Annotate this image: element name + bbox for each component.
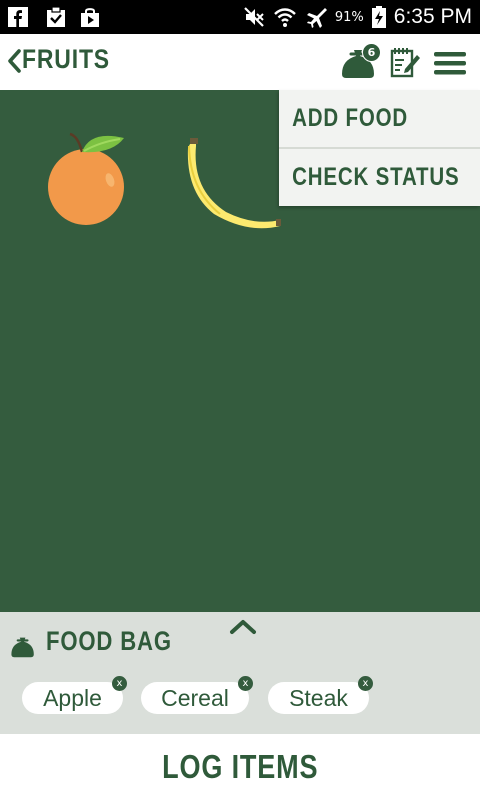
menu-item-label: ADD FOOD <box>292 104 409 132</box>
status-bar: 91% 6:35 PM <box>0 0 480 34</box>
clipboard-check-icon <box>47 7 65 27</box>
remove-chip-icon[interactable]: x <box>358 676 373 691</box>
remove-chip-icon[interactable]: x <box>112 676 127 691</box>
battery-percentage: 91% <box>334 9 364 25</box>
food-chip-cereal[interactable]: Cereal x <box>141 676 253 714</box>
notepad-edit-icon[interactable] <box>390 46 420 78</box>
hamburger-menu-icon[interactable] <box>434 51 466 75</box>
food-bag-icon <box>11 637 34 658</box>
battery-charging-icon <box>371 6 386 28</box>
mute-icon <box>244 7 264 27</box>
remove-chip-icon[interactable]: x <box>238 676 253 691</box>
chip-label: Apple <box>43 684 102 711</box>
menu-item-check-status[interactable]: CHECK STATUS <box>279 149 480 206</box>
back-chevron-icon[interactable] <box>6 48 22 74</box>
app-bar: FRUITS 6 <box>0 34 480 90</box>
chevron-up-icon[interactable] <box>229 618 257 636</box>
orange-food-item[interactable] <box>42 130 132 230</box>
menu-item-label: CHECK STATUS <box>292 163 460 191</box>
food-bag-title: FOOD BAG <box>46 626 172 656</box>
food-chip-apple[interactable]: Apple x <box>22 676 127 714</box>
chip-label: Steak <box>289 684 348 711</box>
wifi-icon <box>274 8 296 27</box>
chip-label: Cereal <box>161 684 229 711</box>
menu-item-add-food[interactable]: ADD FOOD <box>279 90 480 147</box>
page-title: FRUITS <box>22 44 110 74</box>
clock: 6:35 PM <box>393 5 472 28</box>
overflow-dropdown-menu: ADD FOOD CHECK STATUS <box>279 90 480 206</box>
log-items-label: LOG ITEMS <box>161 748 319 785</box>
food-chip-steak[interactable]: Steak x <box>268 676 373 714</box>
airplane-mode-icon <box>306 8 327 28</box>
log-items-button[interactable]: LOG ITEMS <box>0 734 480 800</box>
bag-count-badge: 6 <box>362 43 381 62</box>
food-bag-panel: FOOD BAG Apple x Cereal x Steak x <box>0 612 480 734</box>
facebook-icon <box>8 7 28 27</box>
banana-food-item[interactable] <box>184 134 284 230</box>
shopping-bag-icon <box>81 8 99 27</box>
